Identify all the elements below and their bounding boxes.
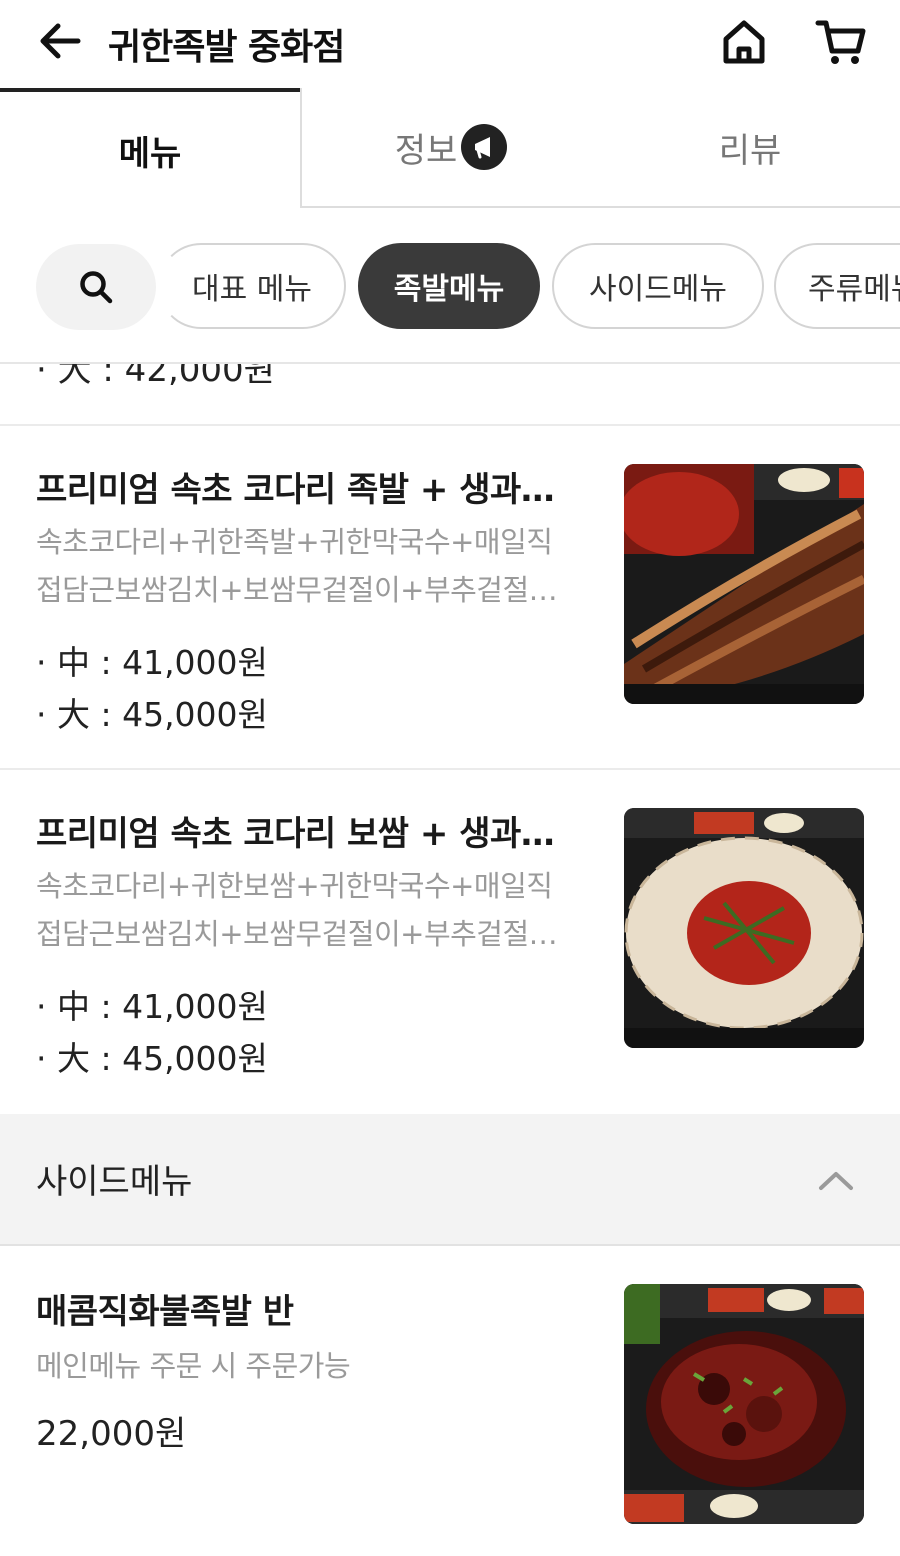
cart-button[interactable] (810, 14, 872, 70)
app-header: 귀한족발 중화점 (0, 0, 900, 88)
back-arrow-icon (40, 23, 81, 59)
store-title: 귀한족발 중화점 (108, 27, 345, 68)
menu-item[interactable]: 매콤직화불족발 반 메인메뉴 주문 시 주문가능 22,000원 (0, 1248, 900, 1556)
chip-representative-menu[interactable]: 대표 메뉴 (158, 243, 346, 329)
menu-list: · 大 : 42,000원 프리미엄 속초 코다리 족발 + 생과… 속초코다리… (0, 364, 900, 1556)
cart-icon (815, 20, 866, 64)
tab-review[interactable]: 리뷰 (600, 88, 900, 208)
menu-search-button[interactable] (36, 244, 156, 330)
menu-item-desc-line: 속초코다리+귀한족발+귀한막국수+매일직 (36, 525, 553, 559)
menu-item-photo (624, 1284, 864, 1524)
search-icon (80, 271, 113, 304)
menu-item-price-large: · 大 : 45,000원 (36, 695, 268, 734)
back-button[interactable] (34, 16, 86, 66)
chevron-up-icon (819, 1172, 853, 1190)
menu-item-photo (624, 464, 864, 704)
menu-item-name: 프리미엄 속초 코다리 족발 + 생과… (36, 470, 555, 510)
chip-jokbal-menu[interactable]: 족발메뉴 (358, 243, 540, 329)
chip-drink-menu[interactable]: 주류메뉴 (774, 243, 900, 329)
tab-info[interactable]: 정보 (300, 88, 600, 208)
menu-item[interactable]: 프리미엄 속초 코다리 족발 + 생과… 속초코다리+귀한족발+귀한막국수+매일… (0, 426, 900, 768)
menu-item-name: 프리미엄 속초 코다리 보쌈 + 생과… (36, 814, 555, 854)
menu-item-price: 22,000원 (36, 1414, 187, 1454)
tab-menu[interactable]: 메뉴 (0, 88, 300, 208)
tab-menu-label: 메뉴 (118, 133, 182, 174)
chip-label: 족발메뉴 (393, 272, 505, 307)
menu-item-desc: 메인메뉴 주문 시 주문가능 (36, 1349, 351, 1383)
menu-item-name: 매콤직화불족발 반 (36, 1292, 294, 1332)
chip-label: 대표 메뉴 (192, 272, 312, 307)
collapse-button[interactable] (812, 1158, 860, 1202)
section-title: 사이드메뉴 (36, 1162, 193, 1202)
tab-info-label: 정보 (394, 130, 458, 171)
home-icon (723, 20, 765, 64)
category-chip-bar: 대표 메뉴 족발메뉴 사이드메뉴 주류메뉴 (0, 208, 900, 364)
chip-label: 주류메뉴 (808, 272, 900, 307)
home-button[interactable] (716, 14, 772, 70)
tab-review-label: 리뷰 (718, 130, 782, 171)
menu-item-price-large: · 大 : 45,000원 (36, 1039, 268, 1078)
menu-item-desc-line: 접담근보쌈김치+보쌈무겉절이+부추겉절… (36, 573, 558, 607)
previous-item-price: · 大 : 42,000원 (36, 364, 275, 390)
store-tabs: 메뉴 정보 리뷰 (0, 88, 900, 208)
chip-side-menu[interactable]: 사이드메뉴 (552, 243, 764, 329)
section-header-side-menu[interactable]: 사이드메뉴 (0, 1114, 900, 1246)
menu-item-price-mid: · 中 : 41,000원 (36, 643, 268, 682)
menu-item-price-mid: · 中 : 41,000원 (36, 987, 268, 1026)
menu-item[interactable]: 프리미엄 속초 코다리 보쌈 + 생과… 속초코다리+귀한보쌈+귀한막국수+매일… (0, 770, 900, 1114)
menu-item-photo (624, 808, 864, 1048)
megaphone-icon (461, 124, 508, 170)
menu-item-desc-line: 속초코다리+귀한보쌈+귀한막국수+매일직 (36, 869, 553, 903)
chip-label: 사이드메뉴 (589, 272, 727, 307)
menu-item-desc-line: 접담근보쌈김치+보쌈무겉절이+부추겉절… (36, 917, 558, 951)
